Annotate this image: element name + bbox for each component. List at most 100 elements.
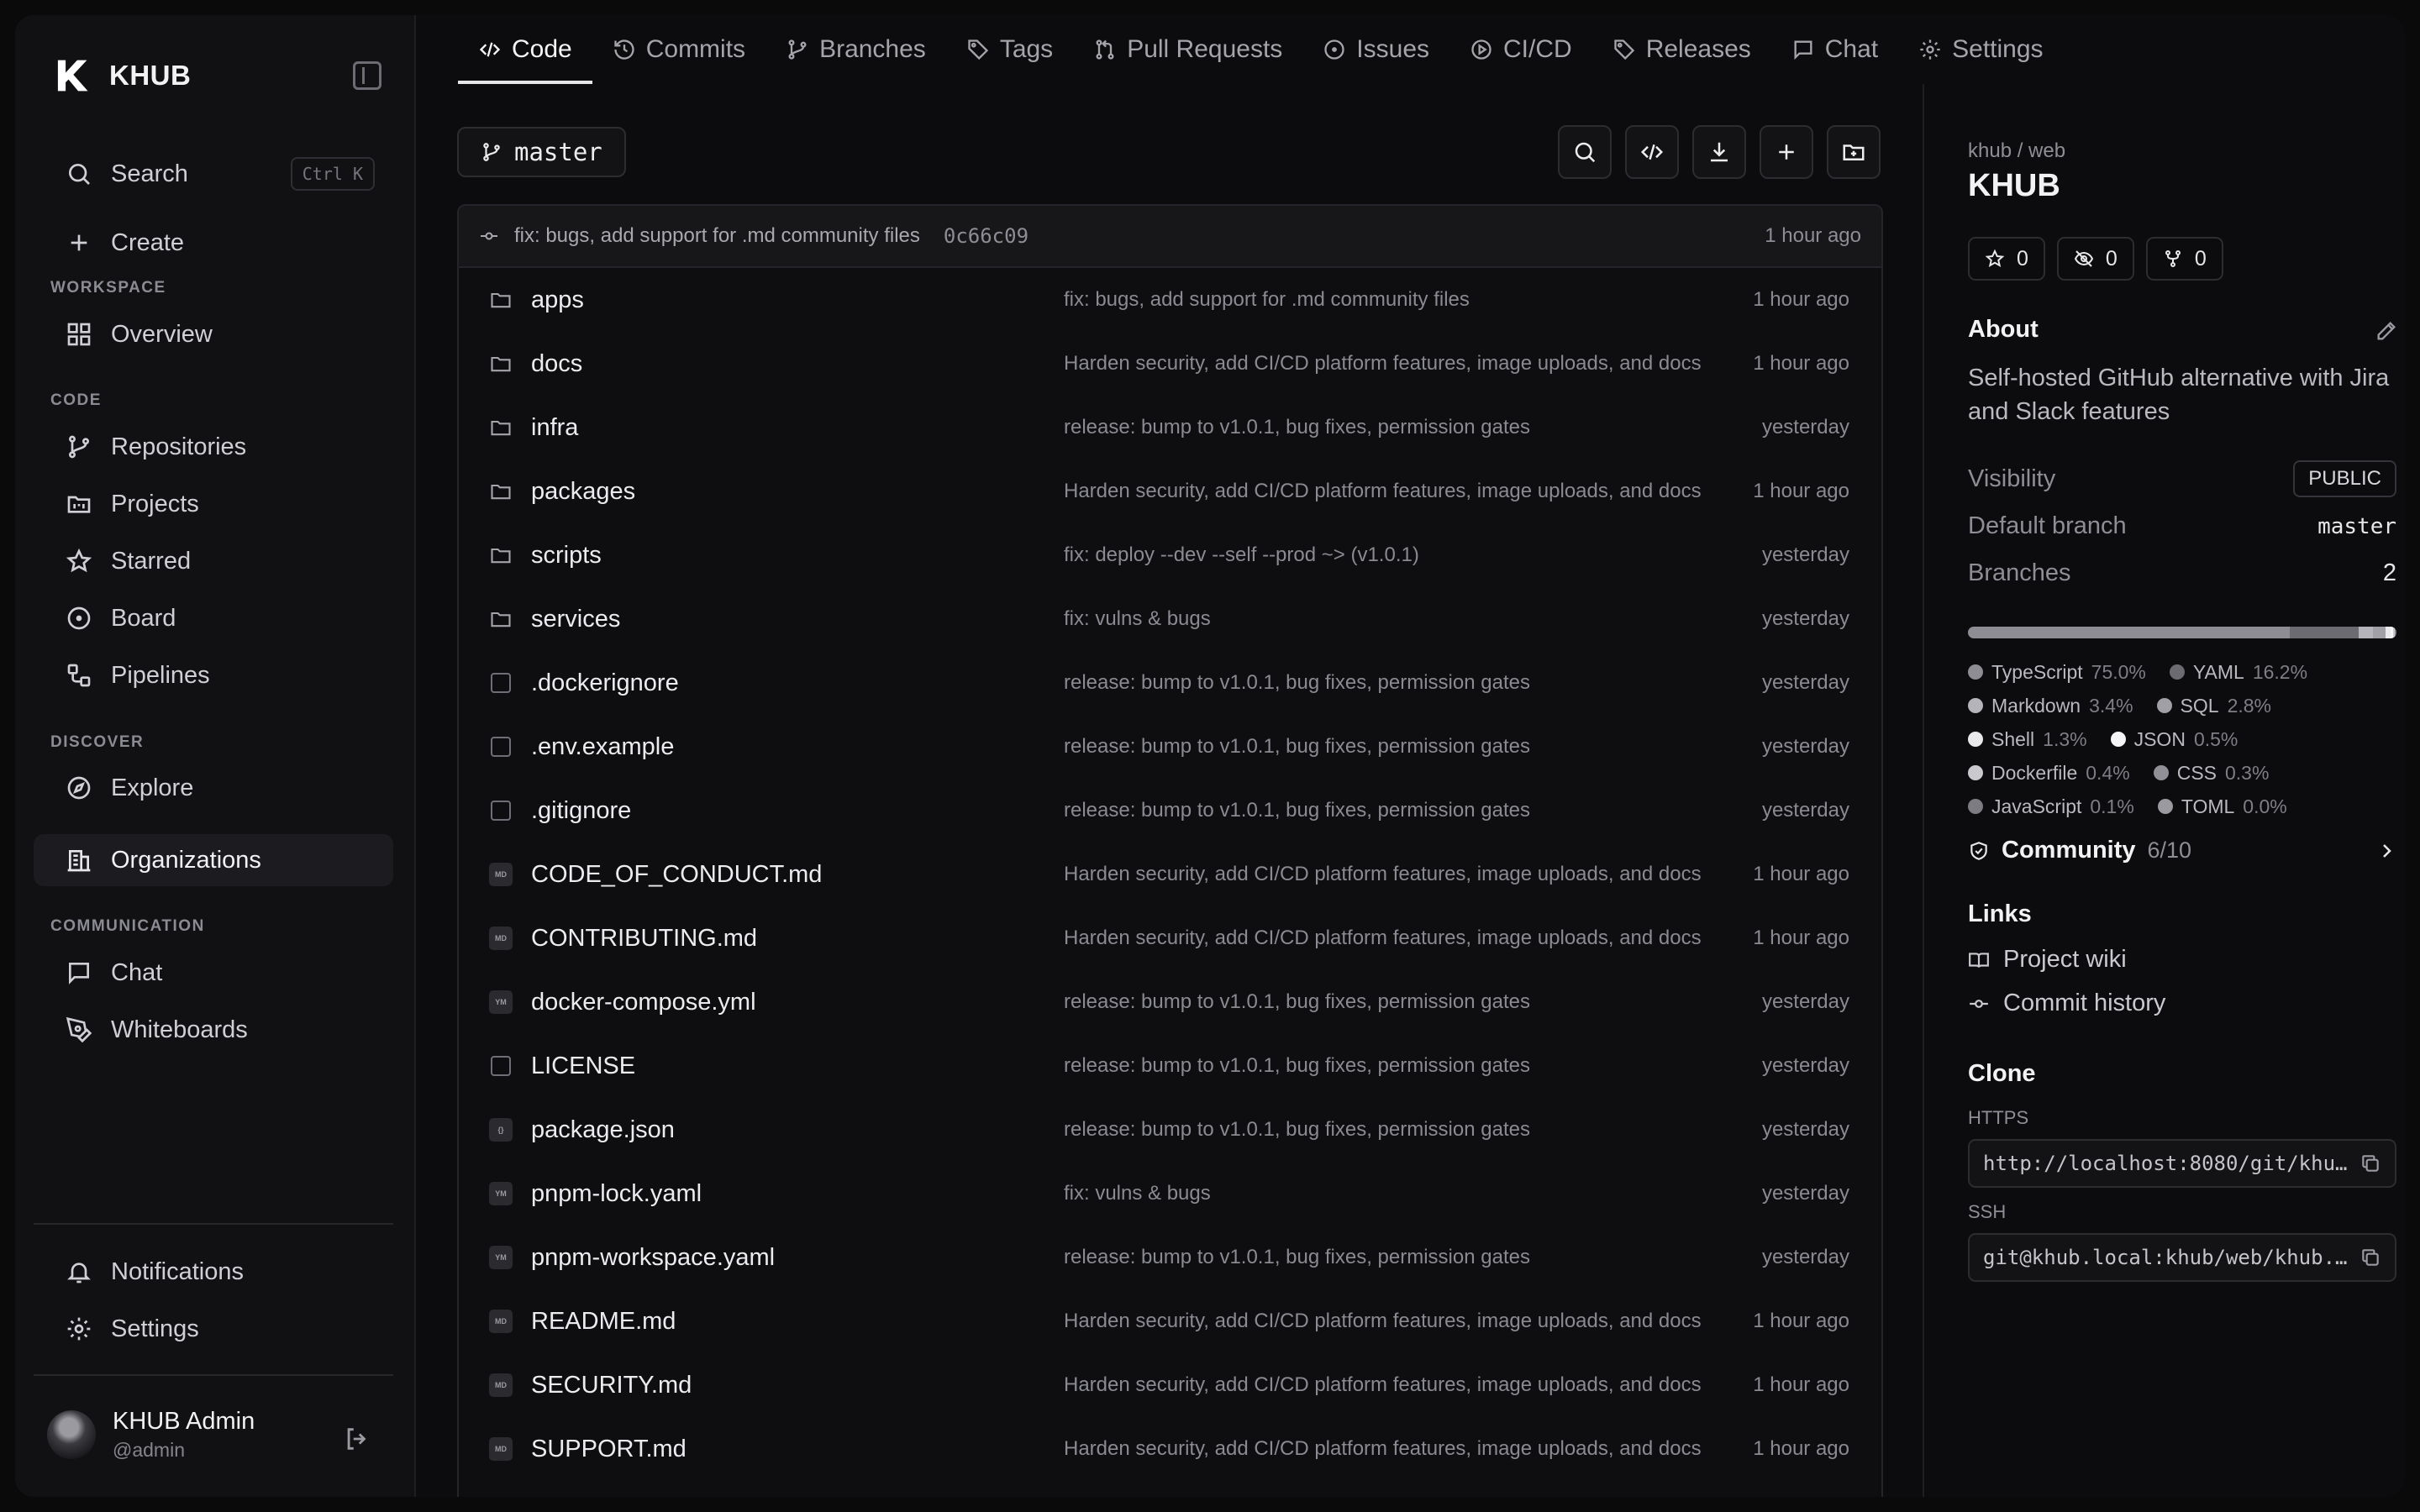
table-row[interactable]: apps fix: bugs, add support for .md commu… xyxy=(459,268,1881,332)
fork-button[interactable]: 0 xyxy=(2145,237,2223,281)
file-name[interactable]: pnpm-lock.yaml xyxy=(531,1180,702,1208)
commit-history-link[interactable]: Commit history xyxy=(1968,990,2396,1017)
table-row[interactable]: YM pnpm-workspace.yaml release: bump to v1… xyxy=(459,1226,1881,1289)
table-row[interactable]: .dockerignore release: bump to v1.0.1, bu… xyxy=(459,651,1881,715)
file-name[interactable]: README.md xyxy=(531,1308,676,1336)
sidebar-item-overview[interactable]: Overview xyxy=(34,308,393,360)
table-row[interactable]: MD README.md Harden security, add CI/CD pl… xyxy=(459,1289,1881,1353)
logout-icon[interactable] xyxy=(343,1425,371,1453)
file-name[interactable]: CODE_OF_CONDUCT.md xyxy=(531,861,822,889)
breadcrumb[interactable]: khub / web xyxy=(1968,139,2396,163)
file-commit-message[interactable]: release: bump to v1.0.1, bug fixes, perm… xyxy=(1064,735,1530,759)
table-row[interactable]: infra release: bump to v1.0.1, bug fixes,… xyxy=(459,396,1881,459)
file-commit-message[interactable]: fix: vulns & bugs xyxy=(1064,1182,1211,1205)
https-clone-field[interactable]: http://localhost:8080/git/khub/web.git xyxy=(1968,1139,2396,1188)
table-row[interactable]: packages Harden security, add CI/CD platf… xyxy=(459,459,1881,523)
table-row[interactable]: MD SUPPORT.md Harden security, add CI/CD p… xyxy=(459,1417,1881,1481)
table-row[interactable]: MD CODE_OF_CONDUCT.md Harden security, add… xyxy=(459,843,1881,906)
file-commit-message[interactable]: release: bump to v1.0.1, bug fixes, perm… xyxy=(1064,799,1530,822)
branch-selector[interactable]: master xyxy=(457,127,626,177)
file-commit-message[interactable]: Harden security, add CI/CD platform feat… xyxy=(1064,863,1702,886)
file-commit-message[interactable]: Harden security, add CI/CD platform feat… xyxy=(1064,1373,1702,1397)
https-url[interactable]: http://localhost:8080/git/khub/web.git xyxy=(1983,1152,2351,1175)
file-commit-message[interactable]: Harden security, add CI/CD platform feat… xyxy=(1064,1310,1702,1333)
file-name[interactable]: apps xyxy=(531,286,584,314)
code-button[interactable] xyxy=(1625,125,1679,179)
download-button[interactable] xyxy=(1692,125,1746,179)
file-commit-message[interactable]: release: bump to v1.0.1, bug fixes, perm… xyxy=(1064,990,1530,1014)
table-row[interactable]: YM pnpm-lock.yaml fix: vulns & bugs yesterd… xyxy=(459,1162,1881,1226)
table-row[interactable]: .gitignore release: bump to v1.0.1, bug f… xyxy=(459,779,1881,843)
tab-code[interactable]: Code xyxy=(458,15,592,84)
tab-tags[interactable]: Tags xyxy=(946,15,1073,84)
sidebar-item-notifications[interactable]: Notifications xyxy=(34,1246,393,1298)
latest-commit-sha[interactable]: 0c66c09 xyxy=(944,224,1028,248)
file-commit-message[interactable]: fix: bugs, add support for .md community… xyxy=(1064,288,1470,312)
table-row[interactable]: LICENSE release: bump to v1.0.1, bug fixe… xyxy=(459,1034,1881,1098)
file-name[interactable]: docker-compose.yml xyxy=(531,989,756,1016)
sidebar-item-pipelines[interactable]: Pipelines xyxy=(34,649,393,701)
sidebar-item-organizations[interactable]: Organizations xyxy=(34,834,393,886)
table-row[interactable]: services fix: vulns & bugs yesterday xyxy=(459,587,1881,651)
project-wiki-link[interactable]: Project wiki xyxy=(1968,946,2396,974)
table-row[interactable]: scripts fix: deploy --dev --self --prod ~… xyxy=(459,523,1881,587)
file-name[interactable]: .dockerignore xyxy=(531,669,679,697)
tab-chat[interactable]: Chat xyxy=(1771,15,1898,84)
file-commit-message[interactable]: release: bump to v1.0.1, bug fixes, perm… xyxy=(1064,671,1530,695)
copy-icon[interactable] xyxy=(2360,1247,2381,1268)
sidebar-item-chat[interactable]: Chat xyxy=(34,947,393,999)
file-name[interactable]: .gitignore xyxy=(531,797,631,825)
file-name[interactable]: package.json xyxy=(531,1116,675,1144)
tab-issues[interactable]: Issues xyxy=(1302,15,1449,84)
file-name[interactable]: SUPPORT.md xyxy=(531,1436,687,1463)
ssh-url[interactable]: git@khub.local:khub/web/khub.git xyxy=(1983,1246,2351,1269)
table-row[interactable]: YM docker-compose.yml release: bump to v1.… xyxy=(459,970,1881,1034)
sidebar-search[interactable]: Search Ctrl K xyxy=(34,148,393,200)
tab-pull-requests[interactable]: Pull Requests xyxy=(1073,15,1302,84)
file-name[interactable]: infra xyxy=(531,414,578,442)
sidebar-item-settings[interactable]: Settings xyxy=(34,1303,393,1355)
file-name[interactable]: docs xyxy=(531,350,582,378)
latest-commit-bar[interactable]: fix: bugs, add support for .md community… xyxy=(459,206,1881,268)
copy-icon[interactable] xyxy=(2360,1152,2381,1174)
sidebar-item-repositories[interactable]: Repositories xyxy=(34,421,393,473)
file-commit-message[interactable]: release: bump to v1.0.1, bug fixes, perm… xyxy=(1064,1054,1530,1078)
table-row[interactable]: MD CONTRIBUTING.md Harden security, add CI… xyxy=(459,906,1881,970)
sidebar-item-explore[interactable]: Explore xyxy=(34,762,393,814)
file-commit-message[interactable]: release: bump to v1.0.1, bug fixes, perm… xyxy=(1064,1118,1530,1142)
community-row[interactable]: Community 6/10 xyxy=(1968,837,2396,864)
new-folder-button[interactable] xyxy=(1827,125,1881,179)
tab-releases[interactable]: Releases xyxy=(1592,15,1771,84)
table-row[interactable]: {} package.json release: bump to v1.0.1, b… xyxy=(459,1098,1881,1162)
brand[interactable]: KHUB xyxy=(52,44,191,108)
tab-branches[interactable]: Branches xyxy=(765,15,946,84)
file-commit-message[interactable]: Harden security, add CI/CD platform feat… xyxy=(1064,1437,1702,1461)
watch-button[interactable]: 0 xyxy=(2056,237,2134,281)
sidebar-item-whiteboards[interactable]: Whiteboards xyxy=(34,1004,393,1056)
tab-cicd[interactable]: CI/CD xyxy=(1449,15,1592,84)
search-files-button[interactable] xyxy=(1558,125,1612,179)
file-name[interactable]: scripts xyxy=(531,542,602,570)
table-row[interactable]: .env.example release: bump to v1.0.1, bug… xyxy=(459,715,1881,779)
sidebar-item-board[interactable]: Board xyxy=(34,592,393,644)
sidebar-item-starred[interactable]: Starred xyxy=(34,535,393,587)
pencil-icon[interactable] xyxy=(2375,319,2398,343)
file-commit-message[interactable]: fix: deploy --dev --self --prod ~> (v1.0… xyxy=(1064,543,1419,567)
file-commit-message[interactable]: Harden security, add CI/CD platform feat… xyxy=(1064,927,1702,950)
sidebar-item-projects[interactable]: Projects xyxy=(34,478,393,530)
ssh-clone-field[interactable]: git@khub.local:khub/web/khub.git xyxy=(1968,1233,2396,1282)
file-name[interactable]: packages xyxy=(531,478,635,506)
add-file-button[interactable] xyxy=(1760,125,1813,179)
file-name[interactable]: services xyxy=(531,606,620,633)
file-commit-message[interactable]: Harden security, add CI/CD platform feat… xyxy=(1064,352,1702,375)
file-commit-message[interactable]: fix: vulns & bugs xyxy=(1064,607,1211,631)
tab-commits[interactable]: Commits xyxy=(592,15,765,84)
file-name[interactable]: pnpm-workspace.yaml xyxy=(531,1244,775,1272)
sidebar-create[interactable]: Create xyxy=(34,217,393,269)
file-commit-message[interactable]: release: bump to v1.0.1, bug fixes, perm… xyxy=(1064,416,1530,439)
file-commit-message[interactable]: release: bump to v1.0.1, bug fixes, perm… xyxy=(1064,1246,1530,1269)
file-name[interactable]: SECURITY.md xyxy=(531,1372,692,1399)
file-name[interactable]: LICENSE xyxy=(531,1053,635,1080)
table-row[interactable]: MD SECURITY.md Harden security, add CI/CD … xyxy=(459,1353,1881,1417)
file-commit-message[interactable]: Harden security, add CI/CD platform feat… xyxy=(1064,480,1702,503)
